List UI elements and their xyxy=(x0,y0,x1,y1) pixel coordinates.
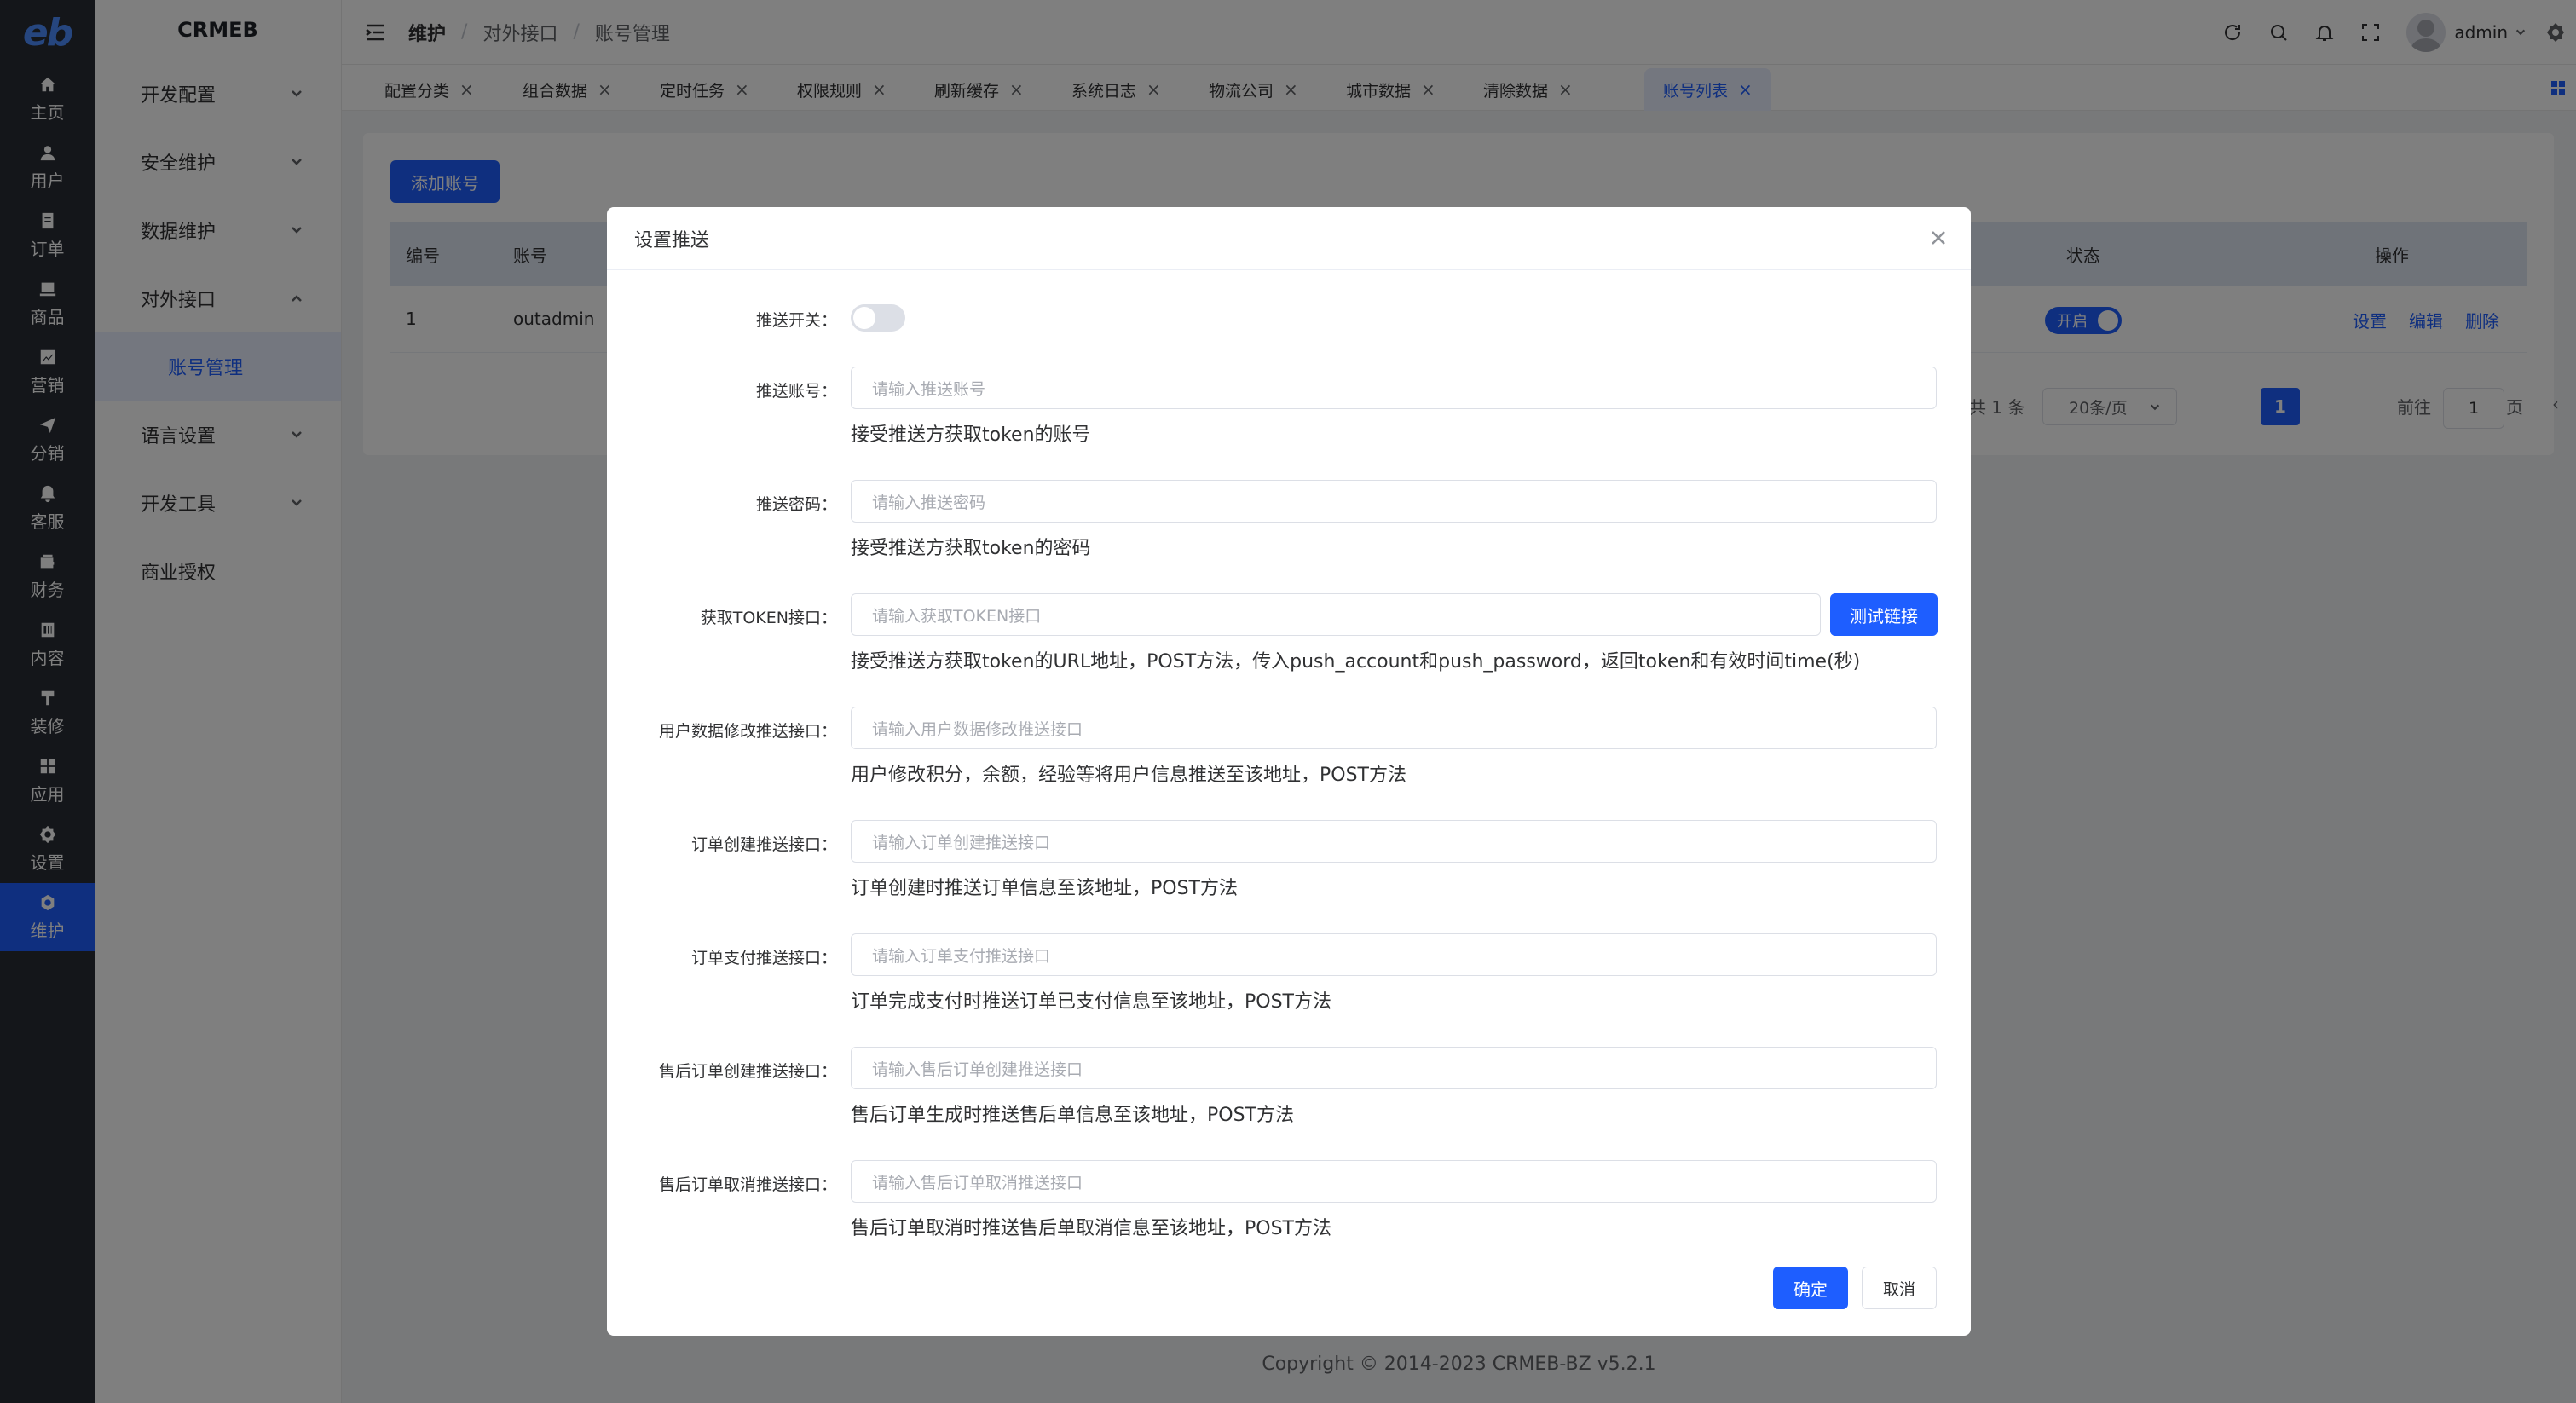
push-account-input[interactable]: 请输入推送账号 xyxy=(851,367,1937,409)
dialog-header: 设置推送 xyxy=(607,207,1971,270)
user-update-url-input[interactable]: 请输入用户数据修改推送接口 xyxy=(851,707,1937,749)
order-create-url-input[interactable]: 请输入订单创建推送接口 xyxy=(851,820,1937,863)
push-switch-label: 推送开关： xyxy=(755,311,837,330)
push-settings-dialog: 设置推送 推送开关： 推送账号： 请输入推送账号 接受推送方获取token的账号… xyxy=(607,207,1971,1336)
test-link-button[interactable]: 测试链接 xyxy=(1830,593,1938,636)
close-icon[interactable] xyxy=(1930,229,1947,246)
dialog-title: 设置推送 xyxy=(634,229,710,251)
push-password-input[interactable]: 请输入推送密码 xyxy=(851,480,1937,523)
push-switch[interactable] xyxy=(851,304,905,332)
cancel-button[interactable]: 取消 xyxy=(1862,1267,1937,1309)
refund-cancel-url-input[interactable]: 请输入售后订单取消推送接口 xyxy=(851,1160,1937,1203)
refund-create-url-input[interactable]: 请输入售后订单创建推送接口 xyxy=(851,1047,1937,1089)
order-pay-url-input[interactable]: 请输入订单支付推送接口 xyxy=(851,933,1937,976)
confirm-button[interactable]: 确定 xyxy=(1773,1267,1848,1309)
token-url-input[interactable]: 请输入获取TOKEN接口 xyxy=(851,593,1821,636)
